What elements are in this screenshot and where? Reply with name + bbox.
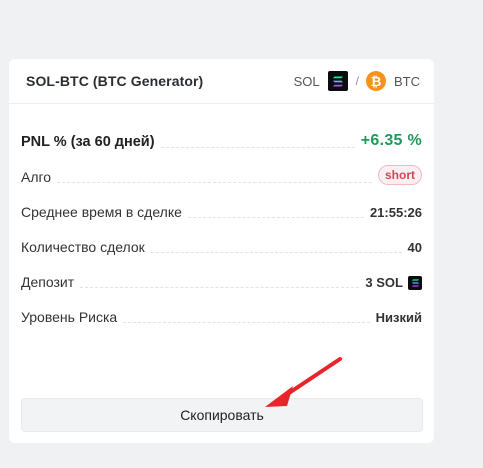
stat-label: PNL % (за 60 дней) [21,134,155,150]
card-title: SOL-BTC (BTC Generator) [26,73,204,89]
stat-value-algo: short [378,165,422,193]
stat-row-deposit: Депозит 3 SOL [21,263,422,298]
trading-pair: SOL / ₿ BTC [294,71,420,91]
stat-row-risk: Уровень Риска Низкий [21,298,422,333]
bitcoin-icon: ₿ [366,71,386,91]
stat-label: Депозит [21,274,75,290]
solana-icon [408,275,422,290]
stat-value-deposit: 3 SOL [365,275,422,298]
strategy-card: SOL-BTC (BTC Generator) SOL / ₿ BTC PNL … [9,59,434,443]
card-header: SOL-BTC (BTC Generator) SOL / ₿ BTC [9,59,434,104]
stat-value-avg-time: 21:55:26 [369,205,422,220]
stat-label: Уровень Риска [21,309,118,325]
deposit-amount: 3 SOL [365,275,403,290]
stats-list: PNL % (за 60 дней) +6.35 % Алго short Ср… [9,104,434,333]
copy-button[interactable]: Скопировать [21,398,423,432]
quote-asset-label: BTC [394,73,420,89]
short-badge: short [378,165,422,185]
pair-separator: / [355,74,359,88]
stat-value-pnl: +6.35 % [360,132,422,149]
leader-dots [80,287,360,288]
stat-value-trades: 40 [407,240,422,255]
stat-value-risk: Низкий [375,310,422,325]
solana-icon [327,71,348,91]
stat-label: Количество сделок [21,239,145,255]
base-asset-label: SOL [293,73,320,89]
leader-dots [123,322,370,323]
leader-dots [160,147,355,148]
stat-row-avg-time: Среднее время в сделке 21:55:26 [21,193,422,228]
leader-dots [187,217,364,218]
stat-label: Алго [21,169,52,185]
leader-dots [150,252,402,253]
stat-row-pnl: PNL % (за 60 дней) +6.35 % [21,123,422,158]
stat-row-algo: Алго short [21,158,422,193]
stat-label: Среднее время в сделке [21,204,182,220]
stat-row-trades: Количество сделок 40 [21,228,422,263]
leader-dots [57,182,372,183]
